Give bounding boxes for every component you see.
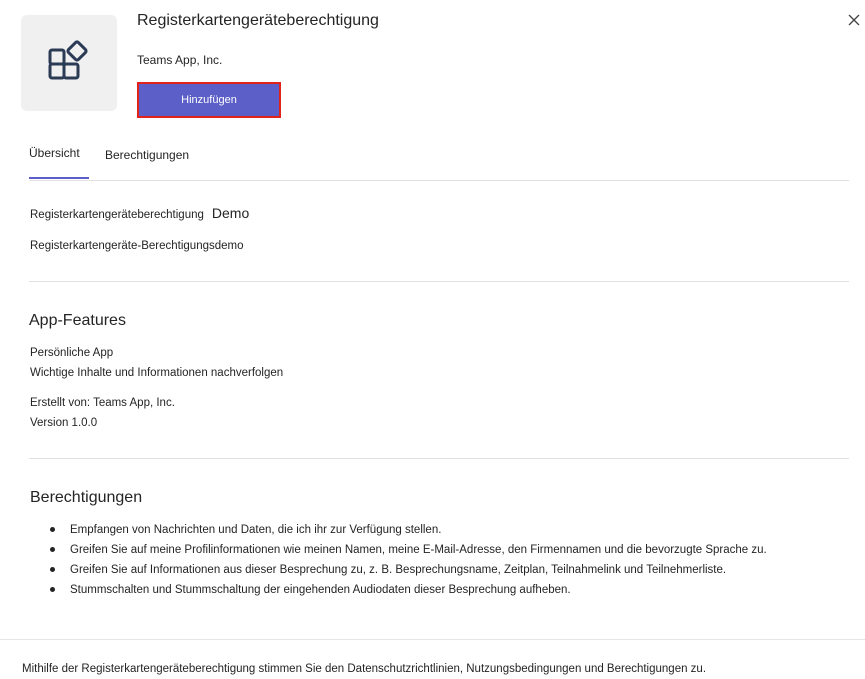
permission-text: Empfangen von Nachrichten und Daten, die… [70, 524, 442, 536]
app-details-dialog: Registerkartengeräteberechtigung Teams A… [0, 0, 865, 679]
app-title: Registerkartengeräteberechtigung [137, 12, 379, 29]
created-by: Erstellt von: Teams App, Inc. [30, 397, 175, 409]
publisher-name: Teams App, Inc. [137, 53, 223, 67]
permission-text: Greifen Sie auf Informationen aus dieser… [70, 564, 727, 576]
app-name-line: Registerkartengeräteberechtigung Demo [30, 205, 249, 223]
permission-text: Greifen Sie auf meine Profilinformatione… [70, 544, 767, 556]
footer-consent-text: Mithilfe der Registerkartengeräteberecht… [22, 663, 707, 675]
app-name-suffix: Demo [211, 205, 250, 221]
version: Version 1.0.0 [30, 417, 98, 429]
section-divider [29, 281, 849, 282]
app-description: Registerkartengeräte-Berechtigungsdemo [30, 240, 244, 252]
feature-description: Wichtige Inhalte und Informationen nachv… [30, 367, 284, 379]
tab-permissions[interactable]: Berechtigungen [105, 148, 189, 162]
list-item: Greifen Sie auf meine Profilinformatione… [50, 540, 767, 560]
list-item: Greifen Sie auf Informationen aus dieser… [50, 560, 767, 580]
tab-selected-indicator [29, 177, 89, 179]
bullet [50, 567, 55, 572]
tab-overview[interactable]: Übersicht [29, 146, 80, 160]
list-item: Empfangen von Nachrichten und Daten, die… [50, 520, 767, 540]
tab-bar: Übersicht Berechtigungen [29, 140, 849, 181]
app-tile [21, 15, 117, 111]
footer-divider [0, 639, 865, 640]
permissions-heading: Berechtigungen [30, 489, 143, 506]
permission-text: Stummschalten und Stummschaltung der ein… [70, 584, 571, 596]
app-name: Registerkartengeräteberechtigung [30, 209, 204, 221]
bullet [50, 527, 55, 532]
close-icon [848, 13, 860, 31]
tab-divider [29, 180, 849, 181]
close-button[interactable] [844, 12, 864, 32]
add-button-label: Hinzufügen [181, 94, 237, 106]
app-grid-icon [45, 37, 93, 90]
bullet [50, 547, 55, 552]
add-button[interactable]: Hinzufügen [137, 82, 281, 118]
permissions-list: Empfangen von Nachrichten und Daten, die… [50, 520, 767, 600]
list-item: Stummschalten und Stummschaltung der ein… [50, 580, 767, 600]
section-divider [29, 458, 849, 459]
feature-name: Persönliche App [30, 347, 114, 359]
bullet [50, 587, 55, 592]
features-heading: App-Features [29, 312, 126, 329]
